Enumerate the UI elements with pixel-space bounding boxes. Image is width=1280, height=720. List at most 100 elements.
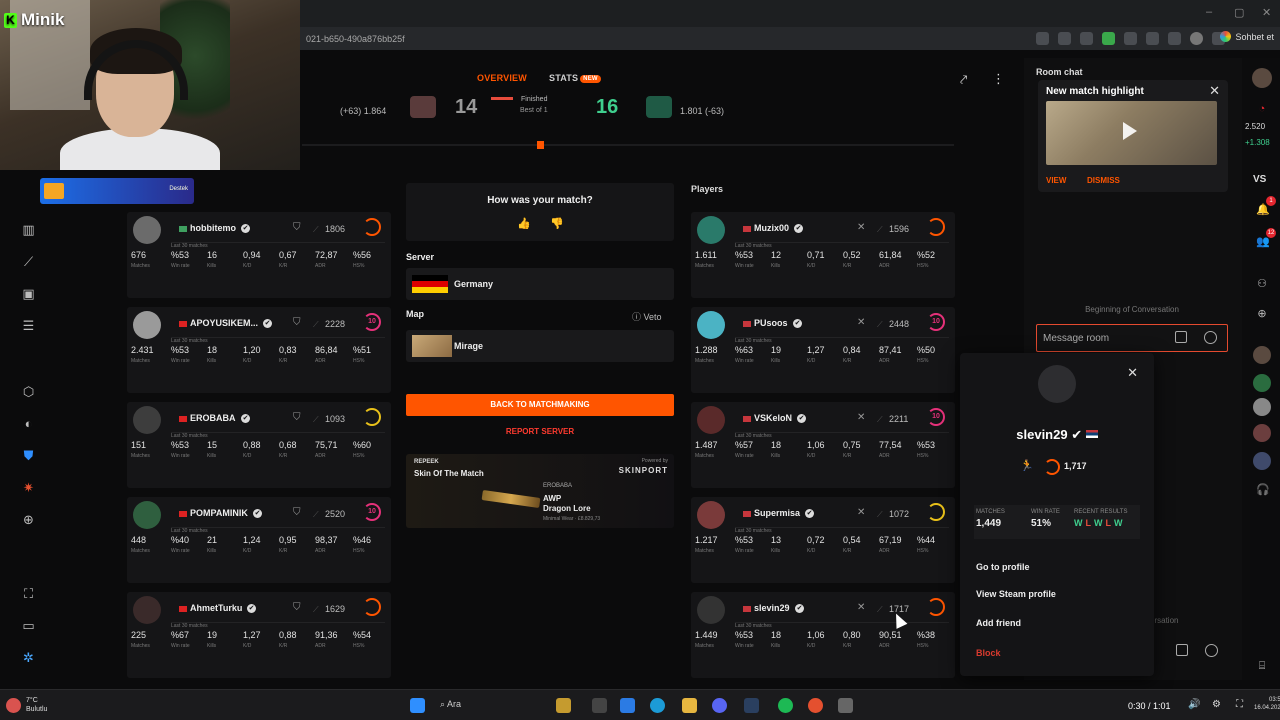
help-icon[interactable]: ✲ xyxy=(21,650,36,665)
weather-widget[interactable]: 7°C Bulutlu xyxy=(26,696,47,714)
versus-label[interactable]: VS xyxy=(1253,174,1266,185)
player-avatar[interactable] xyxy=(697,501,725,529)
player-name[interactable]: POMPAMINIK xyxy=(190,508,248,518)
friend-avatar[interactable] xyxy=(1253,398,1271,416)
report-server-button[interactable]: REPORT SERVER xyxy=(406,427,674,436)
more-options-icon[interactable]: ⋮ xyxy=(992,71,1005,87)
edge-icon[interactable] xyxy=(650,698,665,713)
bag-icon[interactable]: ▭ xyxy=(21,618,36,633)
view-button[interactable]: VIEW xyxy=(1046,176,1066,185)
task-view-icon[interactable] xyxy=(592,698,607,713)
system-clock[interactable]: 03:58 16.04.2024 xyxy=(1254,696,1280,712)
steam-icon[interactable] xyxy=(744,698,759,713)
player-avatar[interactable] xyxy=(133,596,161,624)
list-icon[interactable]: ☰ xyxy=(21,318,36,333)
thumbs-down-icon[interactable]: 👎 xyxy=(550,217,564,230)
play-icon[interactable] xyxy=(1123,122,1137,140)
go-to-profile-link[interactable]: Go to profile xyxy=(976,562,1030,572)
player-card[interactable]: slevin29 ✔ ✕ ⟋ 1717 Last 30 matches 1.449 Match… xyxy=(691,592,955,678)
player-card[interactable]: APOYUSIKEM... ✔ ⛉ ⟋ 2228 10 Last 30 matches 2.4… xyxy=(127,307,391,393)
friend-avatar[interactable] xyxy=(1253,346,1271,364)
thumbs-up-icon[interactable]: 👍 xyxy=(517,217,531,230)
translate-icon[interactable] xyxy=(1036,32,1049,45)
app-icon[interactable] xyxy=(556,698,571,713)
team-left-avatar[interactable] xyxy=(410,96,436,118)
settings-icon[interactable]: ⚙ xyxy=(1212,699,1221,710)
player-name[interactable]: EROBABA xyxy=(190,413,236,423)
player-card[interactable]: PUsoos ✔ ✕ ⟋ 2448 10 Last 30 matches 1.288 Match… xyxy=(691,307,955,393)
star-icon[interactable] xyxy=(1058,32,1071,45)
share-icon[interactable]: ⤤ xyxy=(960,72,967,88)
player-card[interactable]: EROBABA ✔ ⛉ ⟋ 1093 Last 30 matches 151 Matches%… xyxy=(127,402,391,488)
image-icon[interactable] xyxy=(1175,331,1187,343)
image-icon[interactable] xyxy=(1176,644,1188,656)
player-name[interactable]: hobbitemo xyxy=(190,223,236,233)
shield-icon[interactable]: ⛊ xyxy=(21,448,36,463)
player-name[interactable]: VSKeloN xyxy=(754,413,792,423)
address-bar[interactable]: 021-b650-490a876bb25f Sohbet et xyxy=(300,27,1280,50)
block-link[interactable]: Block xyxy=(976,648,1001,658)
stats-icon[interactable]: ⟋ xyxy=(21,254,36,269)
friend-avatar[interactable] xyxy=(1253,424,1271,442)
close-icon[interactable]: ✕ xyxy=(1127,365,1138,381)
party-icon[interactable]: ⚇ xyxy=(1256,278,1268,290)
emoji-icon[interactable] xyxy=(1205,644,1218,657)
url-text[interactable]: 021-b650-490a876bb25f xyxy=(306,34,405,44)
club-icon[interactable]: ◐ xyxy=(21,416,36,431)
taskbar-search[interactable]: ⌕ Ara xyxy=(440,699,461,710)
player-avatar[interactable] xyxy=(133,311,161,339)
faceit-icon[interactable] xyxy=(808,698,823,713)
chat-toggle-icon[interactable]: ⌸ xyxy=(1256,660,1268,672)
fullscreen-icon[interactable]: ⛶ xyxy=(1236,699,1243,710)
secondary-message-input[interactable] xyxy=(1150,640,1228,662)
game-icon[interactable]: ✷ xyxy=(21,480,36,495)
add-friend-link[interactable]: Add friend xyxy=(976,618,1021,628)
user-avatar[interactable] xyxy=(1252,68,1272,88)
player-card[interactable]: VSKeloN ✔ ✕ ⟋ 2211 10 Last 30 matches 1.487 Matc… xyxy=(691,402,955,488)
start-icon[interactable] xyxy=(410,698,425,713)
battery-extension-icon[interactable] xyxy=(1102,32,1115,45)
profile-avatar-icon[interactable] xyxy=(1190,32,1203,45)
team-right-avatar[interactable] xyxy=(646,96,672,118)
player-avatar[interactable] xyxy=(133,216,161,244)
refresh-extension-icon[interactable] xyxy=(1124,32,1137,45)
player-name[interactable]: APOYUSIKEM... xyxy=(190,318,258,328)
player-card[interactable]: Muzix00 ✔ ✕ ⟋ 1596 Last 30 matches 1.611 Matche… xyxy=(691,212,955,298)
favorites-icon[interactable] xyxy=(1146,32,1159,45)
maximize-icon[interactable]: ▢ xyxy=(1234,6,1244,19)
settings-icon[interactable] xyxy=(838,698,853,713)
skin-of-the-match-card[interactable]: REPEEK Skin Of The Match Powered by SKIN… xyxy=(406,454,674,528)
ranking-icon[interactable]: ▥ xyxy=(21,222,36,237)
video-icon[interactable]: ▣ xyxy=(21,286,36,301)
extension-icon[interactable] xyxy=(1080,32,1093,45)
player-avatar[interactable] xyxy=(133,406,161,434)
player-name[interactable]: Supermisa xyxy=(754,508,800,518)
bell-icon[interactable]: 🔔 xyxy=(1256,204,1270,216)
player-name[interactable]: AhmetTurku xyxy=(190,603,242,613)
spotify-icon[interactable] xyxy=(778,698,793,713)
copilot-app-icon[interactable] xyxy=(620,698,635,713)
dismiss-button[interactable]: DISMISS xyxy=(1087,176,1120,185)
player-card[interactable]: POMPAMINIK ✔ ⛉ ⟋ 2520 10 Last 30 matches 448 Mat… xyxy=(127,497,391,583)
minimize-icon[interactable]: – xyxy=(1206,6,1212,18)
friends-icon[interactable]: 👥 xyxy=(1256,236,1270,248)
fullscreen-icon[interactable]: ⛶ xyxy=(21,586,36,601)
player-card[interactable]: AhmetTurku ✔ ⛉ ⟋ 1629 Last 30 matches 225 Match… xyxy=(127,592,391,678)
player-avatar[interactable] xyxy=(697,596,725,624)
volume-icon[interactable]: 🔊 xyxy=(1188,699,1200,710)
veto-link[interactable]: ⓘ Veto xyxy=(632,310,662,323)
player-name[interactable]: Muzix00 xyxy=(754,223,789,233)
discord-icon[interactable] xyxy=(712,698,727,713)
close-window-icon[interactable]: ✕ xyxy=(1262,6,1271,19)
weather-icon[interactable] xyxy=(6,698,21,713)
collections-icon[interactable] xyxy=(1168,32,1181,45)
back-to-matchmaking-button[interactable]: BACK TO MATCHMAKING xyxy=(406,394,674,416)
friend-avatar[interactable] xyxy=(1253,374,1271,392)
player-avatar[interactable] xyxy=(697,406,725,434)
player-avatar[interactable] xyxy=(697,216,725,244)
tab-stats[interactable]: STATS NEW xyxy=(549,73,601,83)
message-room-input[interactable]: Message room xyxy=(1036,324,1228,352)
add-friend-icon[interactable]: ⊕ xyxy=(1256,308,1268,320)
sohbet-button[interactable]: Sohbet et xyxy=(1220,31,1274,42)
file-explorer-icon[interactable] xyxy=(682,698,697,713)
